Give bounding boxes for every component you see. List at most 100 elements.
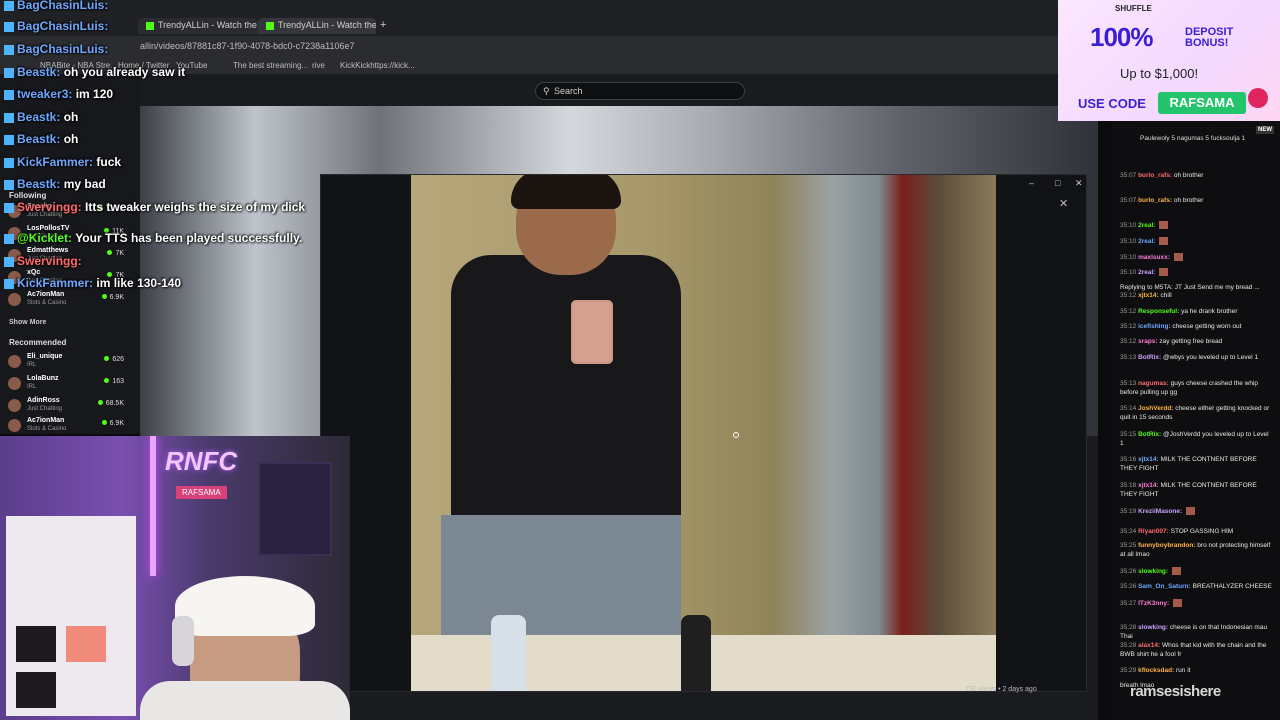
chat-username[interactable]: burlo_rafs: <box>1138 172 1174 179</box>
search-input[interactable]: ⚲ Search <box>535 82 745 100</box>
search-placeholder: Search <box>554 86 583 96</box>
chat-username[interactable]: Sam_On_Saturn: <box>1138 583 1193 590</box>
bookmark-4[interactable]: The best streaming... <box>233 61 308 70</box>
chat-message: 35:16 xjtx14: MILK THE CONTNENT BEFORE T… <box>1120 455 1272 473</box>
chat-text: ya he drank brother <box>1181 308 1238 315</box>
channel-category: Slots & Casino <box>27 426 67 432</box>
channel-name: Eli_unique <box>27 353 63 360</box>
chat-username[interactable]: ITzK3nny: <box>1138 600 1171 607</box>
chat-username[interactable]: BotRix: <box>1138 431 1163 438</box>
photo-phone <box>571 300 613 364</box>
chat-username[interactable]: Riyan007: <box>1138 528 1171 535</box>
chat-timestamp: 35:28 <box>1120 642 1139 649</box>
ad-upto-text: Up to $1,000! <box>1120 66 1199 81</box>
browser-tab-1[interactable]: TrendyALLin - Watch the V <box>138 18 258 34</box>
new-badge: NEW <box>1256 126 1274 134</box>
chat-message: 35:18 xjtx14: MILK THE CONTNENT BEFORE T… <box>1120 481 1272 499</box>
chat-username[interactable]: xjtx14: <box>1138 456 1160 463</box>
maximize-icon[interactable]: □ <box>1055 178 1060 188</box>
chat-message: 35:14 JoshVerdd: cheese either getting k… <box>1120 404 1272 422</box>
chat-username[interactable]: xjtx14: <box>1138 482 1160 489</box>
wall-poster <box>258 462 332 556</box>
chat-badge-icon <box>4 157 14 168</box>
viewer-count: 7K <box>107 250 124 257</box>
bookmark-5[interactable]: rive <box>312 61 325 70</box>
chat-timestamp: 35:18 <box>1120 482 1139 489</box>
chat-username[interactable]: sraps: <box>1138 338 1159 345</box>
show-more-link[interactable]: Show More <box>9 319 46 326</box>
chat-username[interactable]: icefishing: <box>1138 323 1172 330</box>
chat-message: 35:28 alax14: Whos that kid with the cha… <box>1120 641 1272 659</box>
chat-username[interactable]: kflocksdad: <box>1138 667 1176 674</box>
chat-badge-icon <box>4 202 14 213</box>
sidebar-channel[interactable]: Eli_unique IRL 626 <box>8 352 130 372</box>
chat-message: 35:10 2real: <box>1120 268 1272 277</box>
chef-hat <box>175 576 315 636</box>
chat-username[interactable]: alax14: <box>1138 642 1162 649</box>
chat-message: 35:07 burlo_rafs: oh brother <box>1120 171 1272 180</box>
shelf-cube <box>66 626 106 662</box>
sidebar-channel[interactable]: Ac7ionMan Slots & Casino 6.9K <box>8 416 130 436</box>
chat-username[interactable]: 2real: <box>1138 238 1157 245</box>
live-dot-icon <box>107 250 113 255</box>
chat-username[interactable]: KreziiMasone: <box>1138 508 1184 515</box>
chat-username[interactable]: 2real: <box>1138 269 1157 276</box>
close-icon[interactable]: ✕ <box>1059 197 1068 210</box>
kick-favicon-icon <box>146 21 154 30</box>
chat-badge-icon <box>4 179 14 190</box>
viewer-count: 6.9K <box>101 420 124 427</box>
close-window-icon[interactable]: ✕ <box>1075 178 1083 189</box>
chat-username[interactable]: nagumas: <box>1138 380 1171 387</box>
chat-username[interactable]: slowking: <box>1138 624 1170 631</box>
chat-username[interactable]: 2real: <box>1138 222 1157 229</box>
streamer-watermark: ramsesishere <box>1130 683 1221 700</box>
sidebar-channel[interactable]: AdinRoss Just Chatting 68.5K <box>8 396 130 416</box>
minimize-icon[interactable]: – <box>1029 178 1034 188</box>
overlay-chat-line: BagChasinLuis: <box>4 19 108 33</box>
chat-timestamp: 35:10 <box>1120 238 1139 245</box>
gift-leaderboard: Paulewoly 5 nagumas 5 fucksoulja 1 <box>1140 135 1246 142</box>
chat-timestamp: 35:13 <box>1120 380 1139 387</box>
chat-message: 35:29 kflocksdad: run it <box>1120 666 1272 675</box>
chat-username[interactable]: burlo_rafs: <box>1138 197 1174 204</box>
browser-tab-2[interactable]: TrendyALLin - Watch the VOD <box>258 18 376 34</box>
chat-username[interactable]: funnyboybrandon: <box>1138 542 1197 549</box>
chat-timestamp: 35:15 <box>1120 431 1139 438</box>
chat-timestamp: 35:26 <box>1120 583 1139 590</box>
chat-message: 35:07 burlo_rafs: oh brother <box>1120 196 1272 205</box>
new-tab-button[interactable]: + <box>380 19 386 31</box>
chat-message: 35:10 maxlsuxx: <box>1120 253 1272 262</box>
following-heading: Following <box>9 191 47 200</box>
channel-name: Edmatthews <box>27 247 69 254</box>
emote-icon <box>1159 237 1169 246</box>
chat-timestamp: 35:24 <box>1120 528 1139 535</box>
chat-username[interactable]: JoshVerdd: <box>1138 405 1175 412</box>
chat-username[interactable]: BotRix: <box>1138 354 1163 361</box>
viewer-count: 163 <box>104 378 124 385</box>
channel-category: IRL <box>27 362 37 368</box>
recommended-heading: Recommended <box>9 338 67 347</box>
chat-message: 35:12 sraps: zay getting free bread <box>1120 337 1272 346</box>
chat-username[interactable]: maxlsuxx: <box>1138 254 1172 261</box>
chat-username[interactable]: Responseful: <box>1138 308 1181 315</box>
chat-username[interactable]: slowking: <box>1138 568 1170 575</box>
chat-badge-icon <box>4 134 14 145</box>
viewer-count: 6.9K <box>101 294 124 301</box>
avatar <box>8 399 21 412</box>
chat-timestamp: 35:25 <box>1120 542 1139 549</box>
viewer-count: 626 <box>104 356 124 363</box>
chat-message: 35:13 nagumas: guys cheese crashed the w… <box>1120 379 1272 397</box>
sidebar-channel[interactable]: Ac7ionMan Slots & Casino 6.9K <box>8 290 130 310</box>
bookmark-6[interactable]: KickKickhttps://kick... <box>340 61 415 70</box>
photo-shirt <box>451 255 681 525</box>
channel-category: Just Chatting <box>27 406 63 412</box>
cherry-icon <box>1248 88 1268 108</box>
chat-timestamp: 35:16 <box>1120 456 1139 463</box>
chat-message: 35:12 xjtx14: chill <box>1120 291 1272 300</box>
chat-username[interactable]: xjtx14: <box>1138 292 1160 299</box>
address-bar[interactable]: allin/videos/87881c87-1f90-4078-bdc0-c72… <box>0 36 1058 58</box>
overlay-chat-line: Swervingg: Itts tweaker weighs the size … <box>4 200 305 214</box>
overlay-chat-line: KickFammer: fuck <box>4 155 121 169</box>
sidebar-channel[interactable]: LolaBunz IRL 163 <box>8 374 130 394</box>
rafsama-tag: RAFSAMA <box>176 486 227 499</box>
